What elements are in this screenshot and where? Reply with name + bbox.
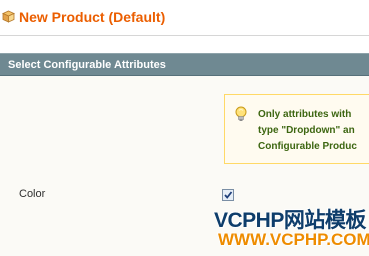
notice-line-3: Configurable Produc <box>258 141 357 152</box>
attribute-label-color: Color <box>19 188 46 200</box>
section-title: Select Configurable Attributes <box>8 59 166 71</box>
section-header: Select Configurable Attributes <box>0 53 369 76</box>
watermark-line-2: WWW.VCPHP.COM <box>218 230 369 249</box>
header-divider <box>0 35 369 36</box>
product-edit-page: New Product (Default) Select Configurabl… <box>0 0 369 256</box>
section-content: Only attributes with type "Dropdown" an … <box>0 76 369 256</box>
watermark: VCPHP网站模板 WWW.VCPHP.COM <box>214 204 369 256</box>
page-title: New Product (Default) <box>19 9 166 25</box>
notice-line-1: Only attributes with <box>258 109 352 120</box>
checkmark-icon <box>224 191 233 199</box>
color-attribute-checkbox[interactable] <box>222 189 234 201</box>
page-header: New Product (Default) <box>0 0 369 42</box>
notice-line-2: type "Dropdown" an <box>258 125 355 136</box>
product-box-icon <box>2 10 15 23</box>
notice-text: Only attributes with type "Dropdown" an … <box>258 107 357 155</box>
notice-message: Only attributes with type "Dropdown" an … <box>224 94 369 164</box>
lightbulb-icon <box>235 106 247 121</box>
